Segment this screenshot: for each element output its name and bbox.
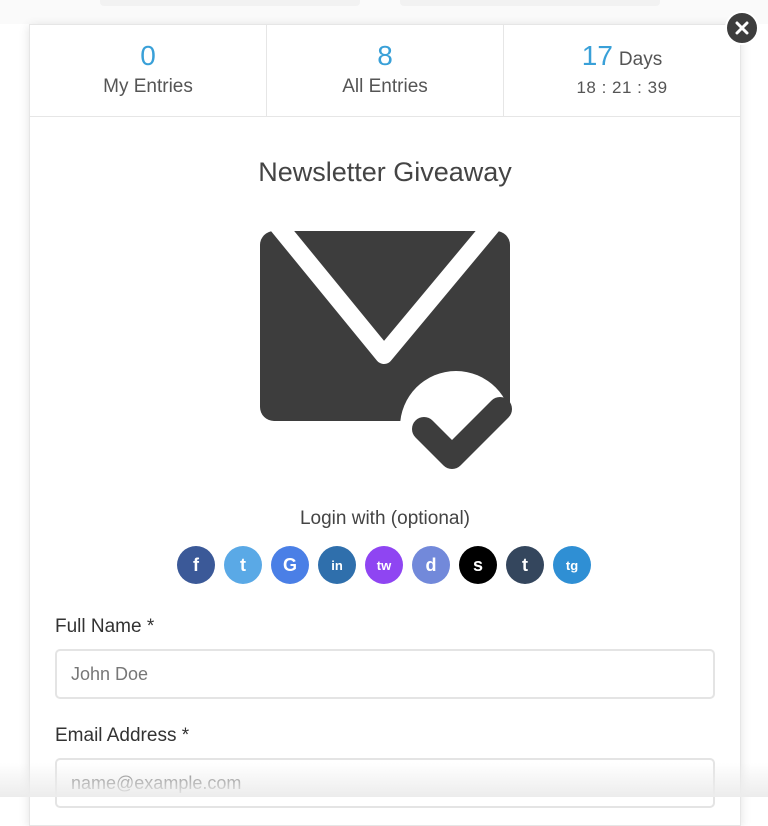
discord-icon: d bbox=[425, 554, 437, 575]
discord-login-button[interactable]: d bbox=[412, 546, 450, 584]
stats-bar: 0 My Entries 8 All Entries 17 Days 18 : 2… bbox=[30, 25, 740, 117]
my-entries-label: My Entries bbox=[103, 76, 193, 97]
telegram-login-button[interactable]: tg bbox=[553, 546, 591, 584]
giveaway-modal: 0 My Entries 8 All Entries 17 Days 18 : 2… bbox=[29, 24, 741, 826]
google-login-button[interactable]: G bbox=[271, 546, 309, 584]
steam-icon: s bbox=[472, 554, 483, 575]
tumblr-icon: t bbox=[522, 554, 528, 575]
full-name-label: Full Name * bbox=[55, 616, 155, 637]
tumblr-login-button[interactable]: t bbox=[506, 546, 544, 584]
google-icon: G bbox=[282, 554, 297, 575]
background-element bbox=[100, 0, 360, 6]
full-name-input[interactable] bbox=[55, 649, 715, 699]
close-button[interactable] bbox=[725, 11, 759, 45]
twitch-icon: tw bbox=[376, 557, 392, 573]
all-entries-count: 8 bbox=[377, 40, 393, 71]
twitch-login-button[interactable]: tw bbox=[365, 546, 403, 584]
social-login-buttons: f t Gin tw d s t tg bbox=[177, 546, 591, 584]
close-icon bbox=[735, 21, 749, 35]
background-page bbox=[0, 0, 768, 24]
twitter-login-button[interactable]: t bbox=[224, 546, 262, 584]
facebook-icon: f bbox=[193, 554, 199, 575]
countdown-stat: 17 Days 18 : 21 : 39 bbox=[504, 25, 740, 116]
email-label: Email Address * bbox=[55, 725, 190, 746]
envelope-check-icon bbox=[260, 217, 512, 483]
days-value: 17 bbox=[581, 40, 613, 71]
countdown-days: 17 Days bbox=[504, 40, 740, 76]
twitter-icon: t bbox=[240, 554, 246, 575]
countdown-time: 18 : 21 : 39 bbox=[576, 78, 668, 97]
facebook-login-button[interactable]: f bbox=[177, 546, 215, 584]
my-entries-count: 0 bbox=[140, 40, 156, 71]
all-entries-stat: 8 All Entries bbox=[267, 25, 504, 116]
linkedin-login-button[interactable]: in bbox=[318, 546, 356, 584]
all-entries-label: All Entries bbox=[342, 76, 428, 97]
bottom-fade bbox=[0, 763, 768, 797]
days-label: Days bbox=[618, 49, 663, 70]
background-element bbox=[400, 0, 660, 6]
giveaway-title: Newsletter Giveaway bbox=[258, 157, 512, 187]
login-label: Login with (optional) bbox=[299, 508, 471, 529]
my-entries-stat: 0 My Entries bbox=[30, 25, 267, 116]
linkedin-icon: in bbox=[331, 557, 343, 573]
steam-login-button[interactable]: s bbox=[459, 546, 497, 584]
telegram-icon: tg bbox=[565, 557, 579, 573]
